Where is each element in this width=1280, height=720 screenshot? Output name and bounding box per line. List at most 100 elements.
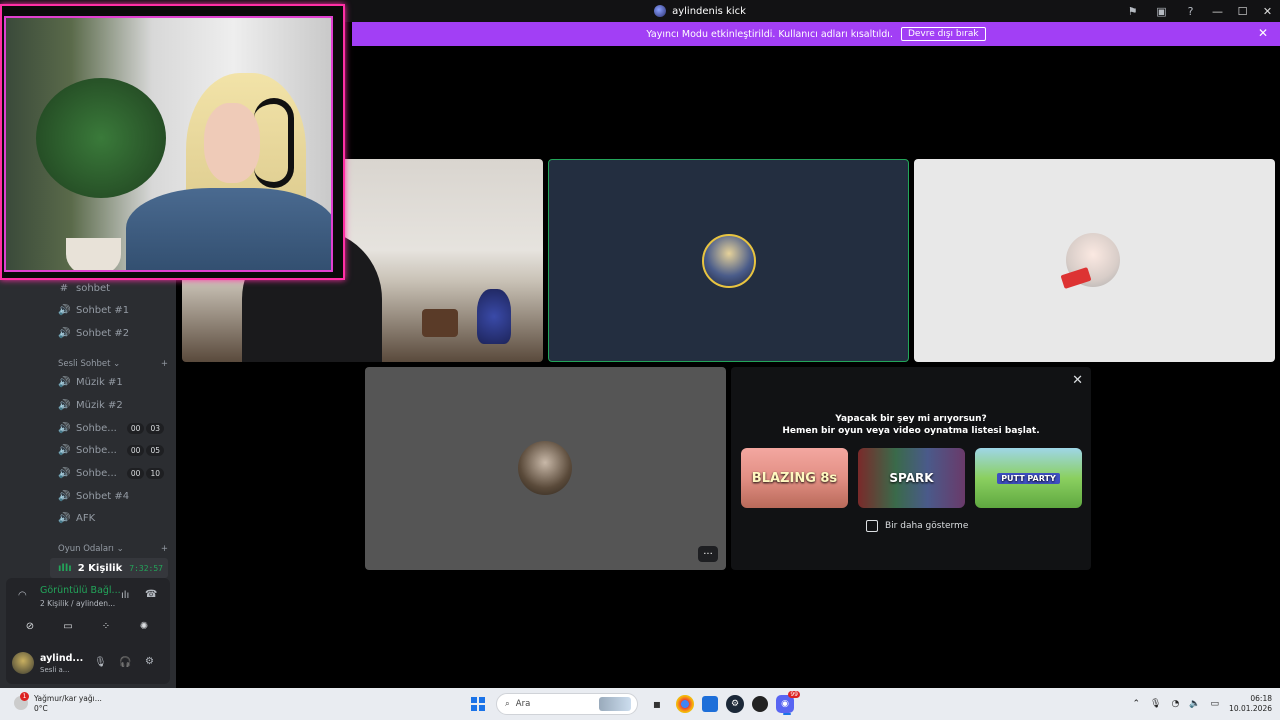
speaker-icon: 🔊 (58, 490, 71, 502)
channel-voice-muzik-1[interactable]: 🔊 Müzik #1 (58, 372, 168, 392)
channel-label: Sohbet #4 (76, 490, 130, 502)
game-app-icon[interactable] (752, 696, 768, 712)
streamer-webcam-overlay (0, 4, 345, 280)
activity-title: BLAZING 8s (751, 470, 838, 486)
maximize-button[interactable]: ☐ (1230, 0, 1255, 22)
weather-alert-badge: 1 (20, 692, 29, 701)
channel-voice-sohbe-a[interactable]: 🔊 Sohbe... 00 03 (58, 418, 168, 438)
add-channel-icon[interactable]: + (161, 544, 168, 554)
discord-notification-badge: 99 (788, 691, 800, 698)
soundboard-button[interactable]: ✺ (128, 616, 160, 636)
microphone-icon[interactable]: 🎙 (94, 657, 107, 668)
weather-widget[interactable]: Yağmur/kar yağı... 0°C (34, 694, 102, 714)
channel-voice-active[interactable]: ıllı 2 Kişilik 7:32:57 (50, 558, 168, 578)
noise-suppression-icon[interactable]: ılı (121, 590, 129, 601)
channel-voice-sohbet-2[interactable]: 🔊 Sohbet #2 (58, 323, 168, 343)
weather-icon[interactable]: 1 (14, 692, 29, 710)
channel-voice-sohbet-4[interactable]: 🔊 Sohbet #4 (58, 486, 168, 506)
volume-icon[interactable]: 🔈 (1189, 699, 1200, 709)
channel-label: Sohbe... (76, 444, 117, 456)
headphones-icon[interactable]: 🎧 (119, 657, 131, 668)
channel-label: Sohbe... (76, 467, 117, 479)
clock-date: 10.01.2026 (1229, 704, 1272, 713)
dont-show-again-checkbox[interactable]: Bir daha gösterme (866, 520, 968, 532)
channel-label: Sohbet #1 (76, 304, 130, 316)
system-tray: ⌃ 🎙 ◔ 🔈 ▭ 06:18 10.01.2026 (1132, 688, 1272, 720)
activity-title: PUTT PARTY (997, 472, 1060, 484)
search-icon: ⌕ (505, 699, 510, 709)
discord-icon[interactable]: ◉ 99 (776, 691, 800, 715)
participant-avatar (518, 441, 572, 495)
screen-share-button[interactable]: ▭ (52, 616, 84, 636)
more-options-button[interactable]: ··· (698, 546, 718, 562)
channel-voice-sohbe-b[interactable]: 🔊 Sohbe... 00 05 (58, 440, 168, 460)
signal-icon[interactable]: ◠ (18, 590, 27, 601)
taskbar-search[interactable]: ⌕ Ara (496, 693, 638, 715)
battery-icon[interactable]: ▭ (1211, 699, 1220, 709)
streamer-mode-banner: Yayıncı Modu etkinleştirildi. Kullanıcı … (352, 22, 1280, 46)
video-tile-avatar[interactable] (914, 159, 1275, 362)
add-channel-icon[interactable]: + (161, 359, 168, 369)
voice-activity-icon: ıllı (58, 562, 72, 574)
taskbar-apps: ⌕ Ara ▪ ⚙ ◉ 99 (468, 691, 800, 716)
wifi-icon[interactable]: ◔ (1171, 699, 1179, 709)
help-icon[interactable]: ? (1176, 0, 1205, 22)
microsoft-store-icon[interactable] (702, 696, 718, 712)
settings-gear-icon[interactable]: ⚙ (145, 656, 154, 667)
activity-title: SPARK (889, 471, 934, 485)
category-sesli-sohbet[interactable]: Sesli Sohbet ⌄ + (58, 359, 168, 369)
windows-start-icon[interactable] (468, 694, 488, 714)
channel-label: Müzik #2 (76, 399, 123, 411)
channel-label: sohbet (76, 282, 111, 294)
speaker-icon: 🔊 (58, 444, 71, 456)
inbox-icon[interactable]: ⚑ (1118, 0, 1147, 22)
avatar[interactable] (12, 652, 34, 674)
chevron-up-icon[interactable]: ⌃ (1132, 699, 1140, 709)
speaker-icon: 🔊 (58, 467, 71, 479)
speaker-icon: 🔊 (58, 327, 71, 339)
category-label: Sesli Sohbet ⌄ (58, 359, 121, 369)
minimize-button[interactable]: — (1205, 0, 1230, 22)
channel-label: Müzik #1 (76, 376, 123, 388)
window-title: aylindenis kick (654, 5, 746, 17)
clock[interactable]: 06:18 10.01.2026 (1229, 694, 1272, 714)
search-highlight-image (599, 697, 631, 711)
screen-icon[interactable]: ▣ (1147, 0, 1176, 22)
weather-temp: 0°C (34, 704, 48, 713)
channel-text-sohbet[interactable]: # sohbet (58, 278, 168, 298)
category-oyun-odalari[interactable]: Oyun Odaları ⌄ + (58, 544, 168, 554)
user-count-badge: 00 05 (126, 444, 164, 456)
steam-icon[interactable]: ⚙ (726, 695, 744, 713)
video-tile-avatar-speaking[interactable] (548, 159, 909, 362)
activities-button[interactable]: ⁘ (90, 616, 122, 636)
speaker-icon: 🔊 (58, 399, 71, 411)
channel-elapsed-time: 7:32:57 (129, 563, 163, 573)
webcam-feed (4, 16, 333, 272)
channel-voice-sohbe-c[interactable]: 🔊 Sohbe... 00 10 (58, 463, 168, 483)
channel-label: 2 Kişilik (77, 562, 123, 574)
activity-card-spark[interactable]: SPARK (858, 448, 965, 508)
channel-voice-afk[interactable]: 🔊 AFK (58, 508, 168, 528)
video-tile-avatar[interactable]: ··· (365, 367, 726, 570)
activity-suggestion-panel: ✕ Yapacak bir şey mi arıyorsun? Hemen bi… (731, 367, 1091, 570)
connection-status[interactable]: Görüntülü Bağl... (40, 585, 121, 596)
search-placeholder: Ara (515, 699, 531, 709)
banner-close-icon[interactable]: ✕ (1258, 26, 1268, 40)
activity-close-icon[interactable]: ✕ (1072, 373, 1083, 388)
chrome-icon[interactable] (676, 695, 694, 713)
microphone-tray-icon[interactable]: 🎙 (1150, 699, 1161, 709)
user-count-badge: 00 10 (126, 467, 164, 479)
activity-card-blazing[interactable]: BLAZING 8s (741, 448, 848, 508)
checkbox-label: Bir daha gösterme (885, 521, 969, 531)
participant-avatar (702, 234, 756, 288)
disconnect-icon[interactable]: ☎ (145, 589, 157, 600)
channel-voice-sohbet-1[interactable]: 🔊 Sohbet #1 (58, 300, 168, 320)
username[interactable]: aylind... (40, 653, 83, 664)
activity-card-putt-party[interactable]: PUTT PARTY (975, 448, 1082, 508)
disable-streamer-mode-button[interactable]: Devre dışı bırak (900, 27, 986, 41)
camera-toggle-button[interactable]: ⊘ (14, 616, 46, 636)
close-window-button[interactable]: ✕ (1255, 0, 1280, 22)
clock-time: 06:18 (1250, 694, 1272, 703)
task-view-icon[interactable]: ▪ (646, 693, 668, 715)
channel-voice-muzik-2[interactable]: 🔊 Müzik #2 (58, 395, 168, 415)
